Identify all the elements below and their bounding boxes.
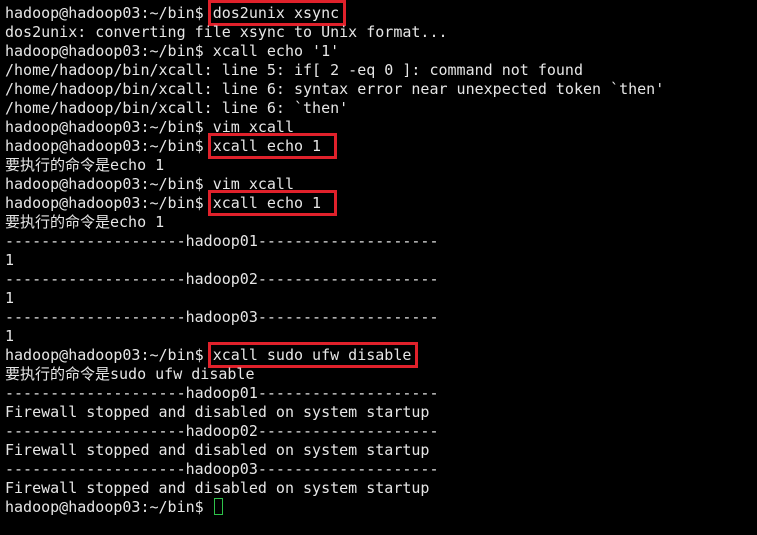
command-line: hadoop@hadoop03:~/bin$ xcall echo 1 [5,190,664,216]
command-line: hadoop@hadoop03:~/bin$ xcall echo '1' [5,42,664,61]
command-line: hadoop@hadoop03:~/bin$ xcall sudo ufw di… [5,342,664,368]
output-line: 1 [5,251,664,270]
output-line: /home/hadoop/bin/xcall: line 6: syntax e… [5,80,664,99]
output-text: 要执行的命令是echo 1 [5,156,165,174]
highlighted-command: xcall echo 1 [207,133,338,159]
output-line: 1 [5,289,664,308]
output-text: --------------------hadoop02------------… [5,270,439,288]
output-line: dos2unix: converting file xsync to Unix … [5,23,664,42]
output-line: Firewall stopped and disabled on system … [5,441,664,460]
command-text: xcall echo '1' [212,42,340,60]
command-line: hadoop@hadoop03:~/bin$ xcall echo 1 [5,133,664,159]
command-text: vim xcall [212,175,294,193]
output-line: 要执行的命令是sudo ufw disable [5,365,664,384]
output-line: --------------------hadoop01------------… [5,232,664,251]
shell-prompt: hadoop@hadoop03:~/bin$ [5,175,213,193]
output-line: Firewall stopped and disabled on system … [5,403,664,422]
highlighted-command: xcall sudo ufw disable [207,342,419,368]
shell-prompt: hadoop@hadoop03:~/bin$ [5,194,213,212]
output-text: /home/hadoop/bin/xcall: line 6: `then' [5,99,349,117]
output-text: 1 [5,327,15,345]
output-line: /home/hadoop/bin/xcall: line 5: if[ 2 -e… [5,61,664,80]
command-line: hadoop@hadoop03:~/bin$ dos2unix xsync [5,0,664,26]
output-text: /home/hadoop/bin/xcall: line 6: syntax e… [5,80,665,98]
shell-prompt: hadoop@hadoop03:~/bin$ [5,42,213,60]
shell-prompt: hadoop@hadoop03:~/bin$ [5,4,213,22]
output-line: 要执行的命令是echo 1 [5,213,664,232]
shell-prompt: hadoop@hadoop03:~/bin$ [5,137,213,155]
output-text: dos2unix: converting file xsync to Unix … [5,23,448,41]
output-text: --------------------hadoop02------------… [5,422,439,440]
output-line: --------------------hadoop03------------… [5,308,664,327]
highlighted-command: dos2unix xsync [207,0,347,26]
shell-prompt: hadoop@hadoop03:~/bin$ [5,346,213,364]
command-text: vim xcall [212,118,294,136]
output-line: 1 [5,327,664,346]
command-line: hadoop@hadoop03:~/bin$ vim xcall [5,175,664,194]
output-line: /home/hadoop/bin/xcall: line 6: `then' [5,99,664,118]
output-line: Firewall stopped and disabled on system … [5,479,664,498]
output-line: --------------------hadoop01------------… [5,384,664,403]
output-line: 要执行的命令是echo 1 [5,156,664,175]
output-text: --------------------hadoop01------------… [5,232,439,250]
output-text: Firewall stopped and disabled on system … [5,441,430,459]
output-text: 要执行的命令是echo 1 [5,213,165,231]
output-text: --------------------hadoop01------------… [5,384,439,402]
highlighted-command: xcall echo 1 [207,190,338,216]
output-text: 1 [5,289,15,307]
output-text: 要执行的命令是sudo ufw disable [5,365,255,383]
output-text: Firewall stopped and disabled on system … [5,479,430,497]
shell-prompt: hadoop@hadoop03:~/bin$ [5,498,213,516]
output-text: Firewall stopped and disabled on system … [5,403,430,421]
command-line: hadoop@hadoop03:~/bin$ vim xcall [5,118,664,137]
output-line: --------------------hadoop02------------… [5,270,664,289]
command-line: hadoop@hadoop03:~/bin$ [5,498,664,517]
output-text: --------------------hadoop03------------… [5,460,439,478]
output-line: --------------------hadoop02------------… [5,422,664,441]
output-text: 1 [5,251,15,269]
output-text: /home/hadoop/bin/xcall: line 5: if[ 2 -e… [5,61,583,79]
shell-prompt: hadoop@hadoop03:~/bin$ [5,118,213,136]
output-text: --------------------hadoop03------------… [5,308,439,326]
terminal-output[interactable]: hadoop@hadoop03:~/bin$ dos2unix xsync dos… [5,0,664,517]
terminal-cursor[interactable] [213,498,223,515]
output-line: --------------------hadoop03------------… [5,460,664,479]
